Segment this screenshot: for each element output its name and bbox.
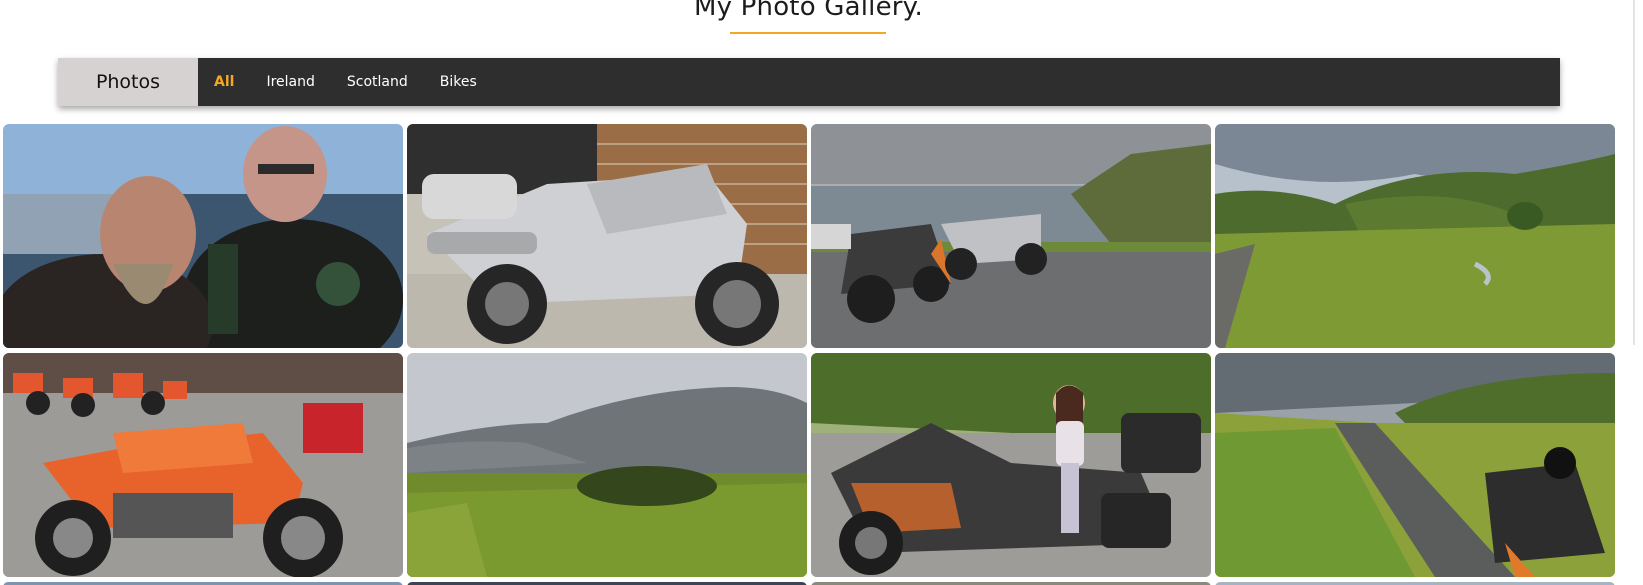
photo-two-riders-selfie[interactable]	[3, 124, 403, 348]
filter-bikes[interactable]: Bikes	[440, 74, 477, 90]
page-title: My Photo Gallery.	[693, 0, 924, 22]
navbar-brand[interactable]: Photos	[58, 58, 198, 106]
photo-orange-adventure-bikes[interactable]	[3, 353, 403, 577]
photo-gallery-grid	[3, 124, 1616, 585]
photo-green-valley[interactable]	[1215, 124, 1615, 348]
filter-links: All Ireland Scotland Bikes	[214, 58, 509, 106]
gallery-filter-navbar: Photos All Ireland Scotland Bikes	[58, 58, 1560, 106]
photo-silver-sport-bike[interactable]	[407, 124, 807, 348]
photo-bike-mountain-road[interactable]	[1215, 353, 1615, 577]
page-scrollbar[interactable]	[1633, 0, 1643, 345]
photo-child-on-motorcycle[interactable]	[811, 353, 1211, 577]
photo-mountains-moorland[interactable]	[407, 353, 807, 577]
photo-coastal-motorcycles[interactable]	[811, 124, 1211, 348]
filter-ireland[interactable]: Ireland	[266, 74, 314, 90]
filter-scotland[interactable]: Scotland	[347, 74, 408, 90]
filter-all[interactable]: All	[214, 74, 234, 90]
title-underline	[730, 32, 886, 34]
